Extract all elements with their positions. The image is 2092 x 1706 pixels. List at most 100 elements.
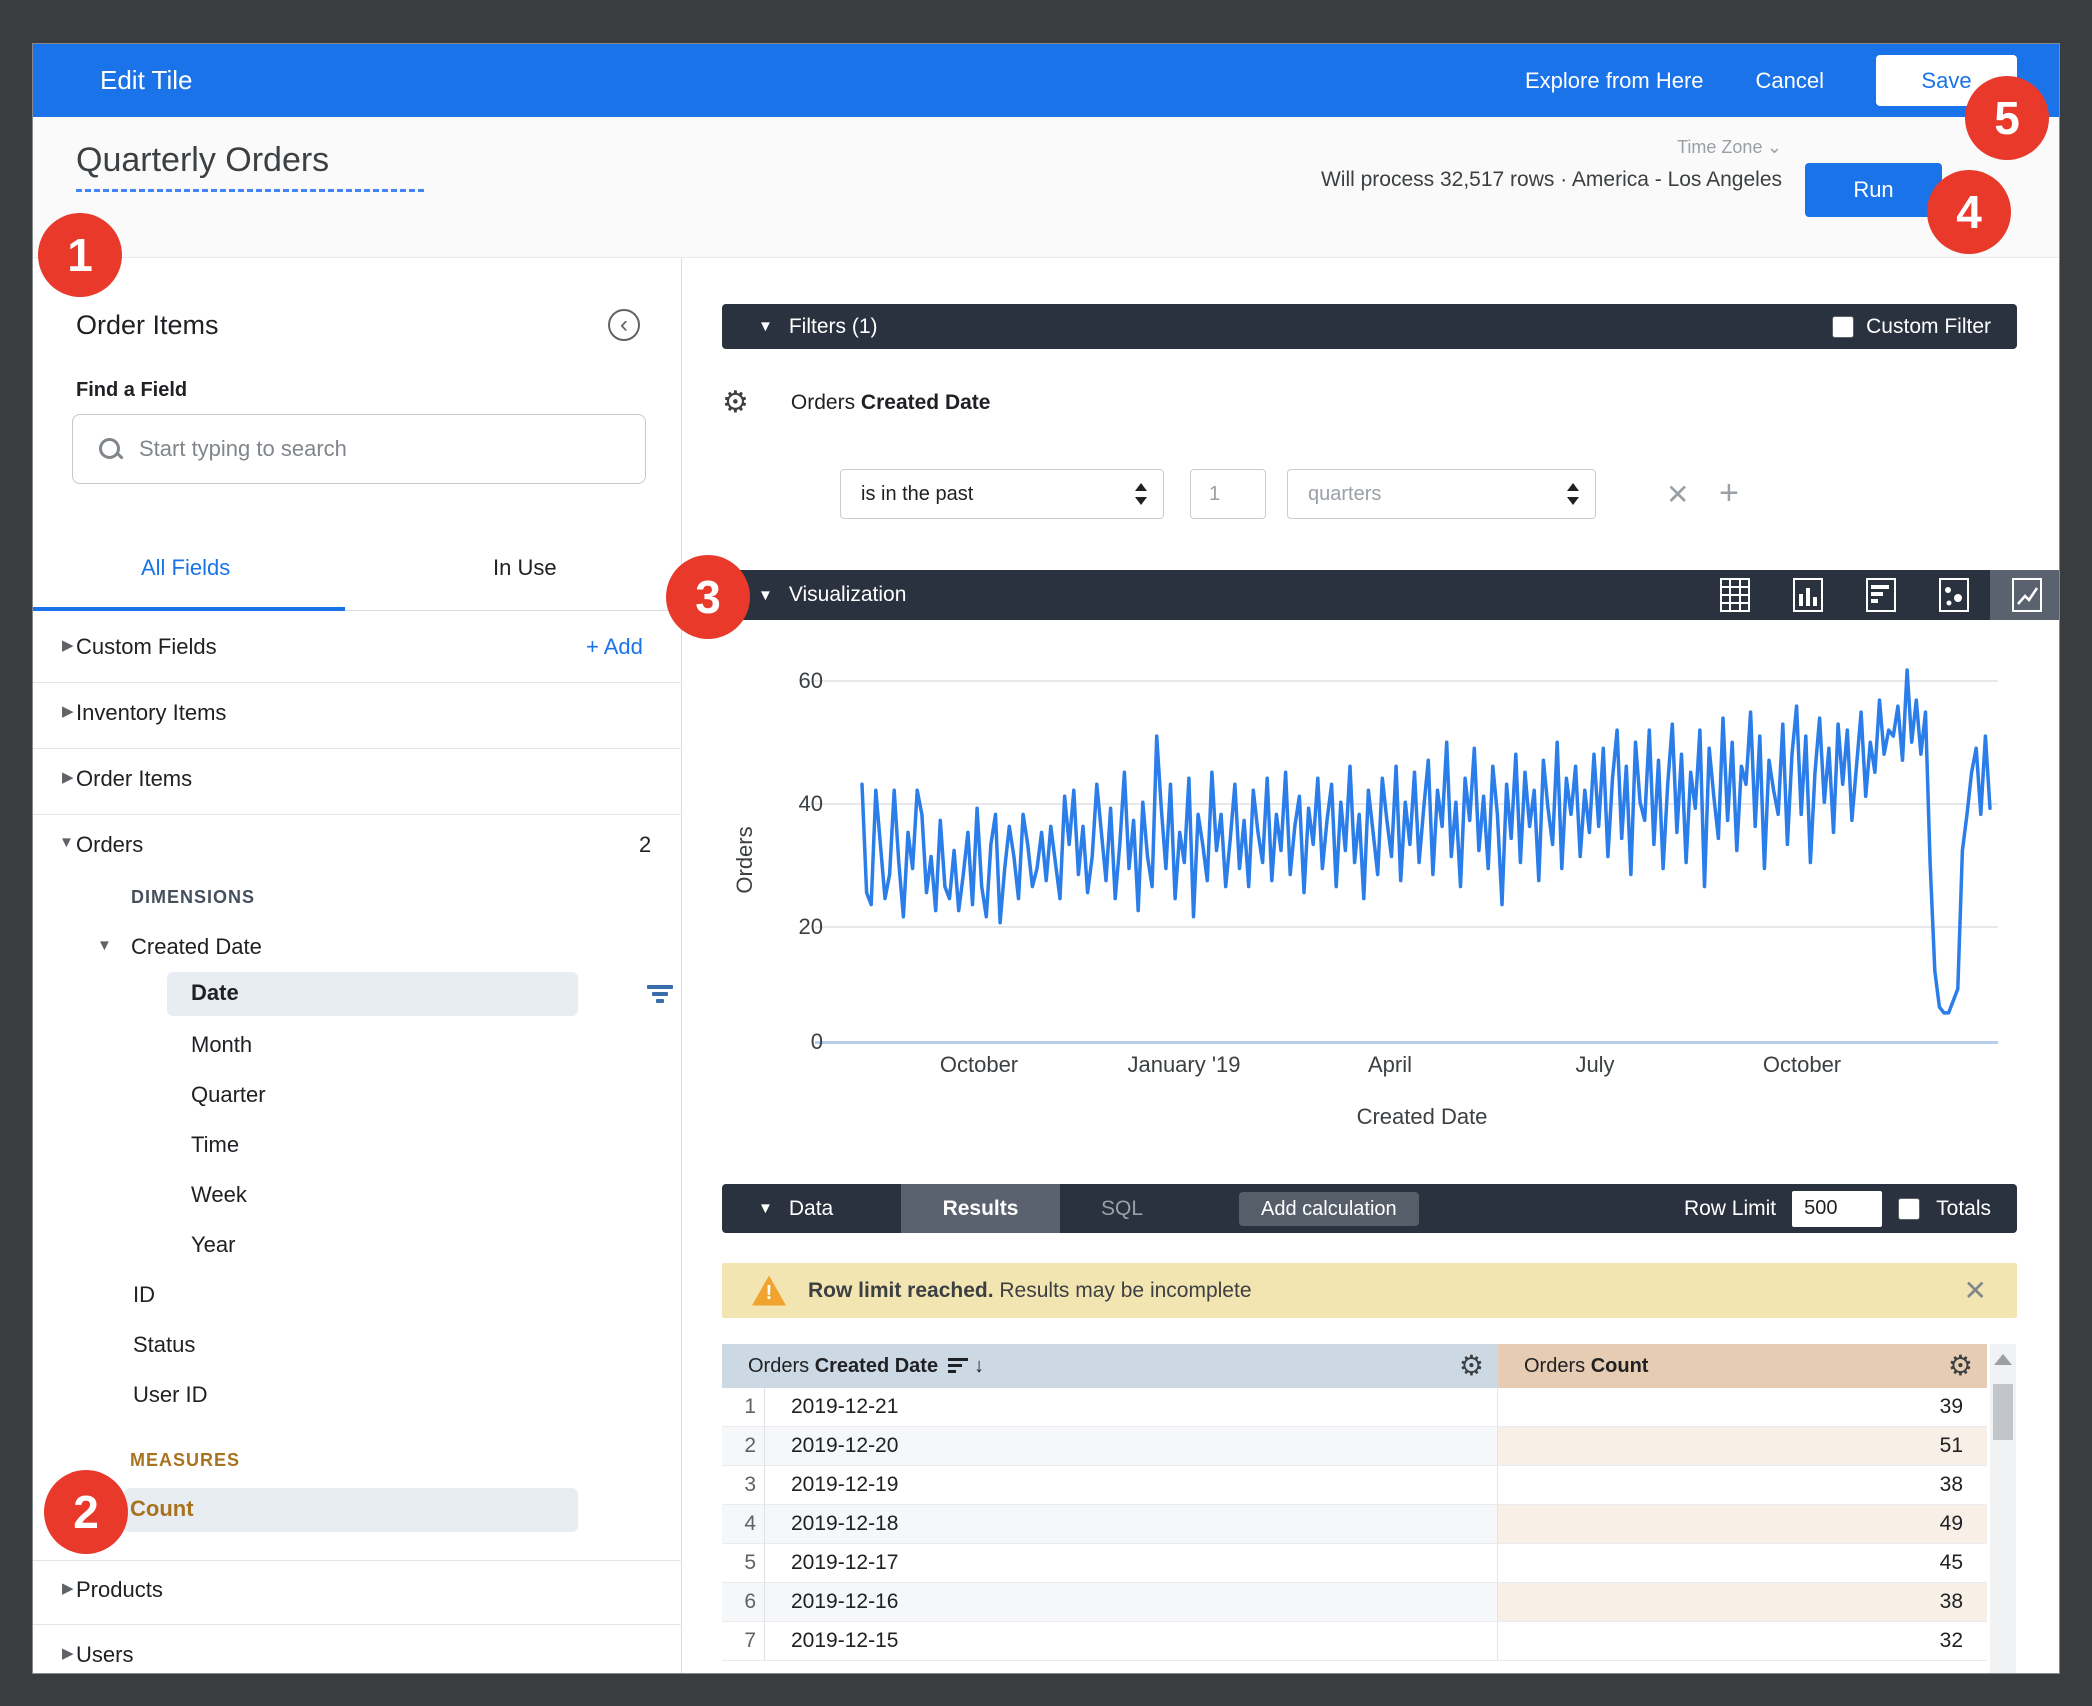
y-tick-60: 60 [723,668,823,694]
selected-field-date-row[interactable]: Date [167,972,578,1016]
caret-down-icon[interactable]: ▼ [97,937,112,954]
table-row[interactable]: 32019-12-1938 [722,1466,1987,1505]
sidebar-group-custom-fields[interactable]: Custom Fields [76,634,217,660]
sidebar-group-users[interactable]: Users [76,1642,133,1668]
visualization-section-bar: ▼ Visualization [722,570,2017,620]
table-row[interactable]: 62019-12-1638 [722,1583,1987,1622]
add-calculation-button[interactable]: Add calculation [1239,1192,1419,1226]
sort-desc-arrow-icon[interactable]: ↓ [974,1355,984,1378]
y-axis-label: Orders [732,820,758,900]
measure-count[interactable]: Count [130,1496,194,1522]
row-limit-wrap: Row Limit Totals [1684,1191,1991,1227]
find-a-field-label: Find a Field [76,379,187,402]
field-user-id[interactable]: User ID [133,1382,208,1408]
table-row[interactable]: 72019-12-1532 [722,1622,1987,1661]
gear-icon[interactable]: ⚙ [1459,1352,1484,1380]
bar-chart-icon[interactable] [1844,570,1917,620]
table-row[interactable]: 42019-12-1849 [722,1505,1987,1544]
caret-down-icon[interactable]: ▼ [758,587,773,604]
explore-from-here-link[interactable]: Explore from Here [1525,68,1704,94]
remove-filter-icon[interactable]: ✕ [1666,478,1689,511]
annotation-badge-5: 5 [1965,76,2049,160]
data-section-bar: ▼ Data Results SQL Add calculation Row L… [722,1184,2017,1233]
field-date[interactable]: Date [191,980,239,1006]
annotation-badge-1: 1 [38,213,122,297]
app-bar-title: Edit Tile [100,65,193,96]
table-row[interactable]: 12019-12-2139 [722,1388,1987,1427]
sidebar-group-products[interactable]: Products [76,1577,163,1603]
totals-checkbox[interactable] [1898,1198,1920,1220]
time-zone-dropdown[interactable]: Time Zone [1677,137,1762,157]
caret-right-icon[interactable]: ▶ [62,702,74,720]
annotation-badge-4: 4 [1927,170,2011,254]
tile-title[interactable]: Quarterly Orders [76,141,329,180]
table-row[interactable]: 22019-12-2051 [722,1427,1987,1466]
chevron-down-icon: ⌄ [1767,137,1782,157]
scatter-chart-icon[interactable] [1917,570,1990,620]
sidebar-group-order-items[interactable]: Order Items [76,766,192,792]
filter-icon[interactable] [647,985,673,1003]
filter-operator-select[interactable]: is in the past [840,469,1164,519]
table-scrollbar[interactable] [1990,1344,2016,1673]
dismiss-warning-icon[interactable]: ✕ [1964,1274,1987,1307]
field-search-input[interactable] [137,435,617,463]
measures-header: MEASURES [130,1450,240,1471]
cancel-button[interactable]: Cancel [1756,68,1824,94]
tab-all-fields[interactable]: All Fields [141,555,230,581]
filter-amount-input[interactable] [1190,469,1266,519]
caret-down-icon[interactable]: ▼ [758,318,773,335]
caret-right-icon[interactable]: ▶ [62,636,74,654]
divider [33,1560,682,1561]
run-header: Quarterly Orders Time Zone ⌄ Will proces… [33,117,2059,258]
row-limit-input[interactable] [1792,1191,1882,1227]
x-tick: April [1368,1052,1412,1078]
chart-plot-area[interactable] [862,662,1990,1054]
field-time[interactable]: Time [191,1132,239,1158]
caret-right-icon[interactable]: ▶ [62,1579,74,1597]
chart-type-icons [1698,570,2059,620]
annotation-badge-3: 3 [666,555,750,639]
gear-icon[interactable]: ⚙ [1948,1352,1973,1380]
divider [33,748,682,749]
field-week[interactable]: Week [191,1182,247,1208]
column-header-created-date[interactable]: Orders Created Date ↓ ⚙ [722,1344,1498,1388]
gear-icon[interactable]: ⚙ [722,388,749,418]
selected-measure-count-row[interactable]: Count [124,1488,578,1532]
dimensions-header: DIMENSIONS [131,887,255,908]
data-title: Data [789,1197,833,1221]
field-created-date[interactable]: Created Date [131,934,262,960]
table-chart-icon[interactable] [1698,570,1771,620]
filter-field-row: ⚙ Orders Created Date [722,388,990,418]
caret-right-icon[interactable]: ▶ [62,1644,74,1662]
caret-down-icon[interactable]: ▼ [758,1200,773,1217]
tab-results[interactable]: Results [901,1184,1060,1233]
tab-in-use[interactable]: In Use [493,555,557,581]
line-chart-icon-selected[interactable] [1990,570,2059,620]
add-filter-icon[interactable]: + [1719,474,1739,513]
add-custom-field-button[interactable]: + Add [586,634,643,660]
column-chart-icon[interactable] [1771,570,1844,620]
column-header-count[interactable]: Orders Count ⚙ [1498,1344,1987,1388]
sidebar-group-inventory-items[interactable]: Inventory Items [76,700,226,726]
field-month[interactable]: Month [191,1032,252,1058]
sidebar-group-orders[interactable]: Orders [76,832,143,858]
caret-down-icon[interactable]: ▼ [59,834,74,851]
field-search-box[interactable] [72,414,646,484]
field-status[interactable]: Status [133,1332,195,1358]
app-bar: Edit Tile Explore from Here Cancel Save [33,44,2059,117]
process-note: Will process 32,517 rows · America - Los… [1321,168,1782,192]
scrollbar-thumb[interactable] [1993,1384,2013,1440]
select-arrows-icon [1135,483,1147,505]
run-button[interactable]: Run [1805,163,1942,217]
collapse-panel-icon[interactable]: ‹ [608,309,640,341]
scroll-up-arrow-icon[interactable] [1994,1354,2012,1365]
field-quarter[interactable]: Quarter [191,1082,266,1108]
explore-title: Order Items [76,310,219,341]
caret-right-icon[interactable]: ▶ [62,768,74,786]
custom-filter-checkbox[interactable] [1832,316,1854,338]
filter-unit-select[interactable]: quarters [1287,469,1596,519]
field-year[interactable]: Year [191,1232,235,1258]
field-id[interactable]: ID [133,1282,155,1308]
tab-sql[interactable]: SQL [1077,1184,1167,1233]
table-row[interactable]: 52019-12-1745 [722,1544,1987,1583]
